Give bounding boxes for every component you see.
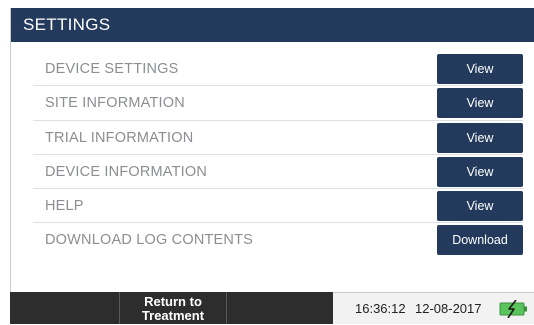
settings-list: DEVICE SETTINGS View SITE INFORMATION Vi… xyxy=(33,52,523,258)
settings-screen: SETTINGS DEVICE SETTINGS View SITE INFOR… xyxy=(10,8,534,324)
footer-bar: Return to Treatment 16:36:12 12-08-2017 xyxy=(10,292,534,324)
clock-date: 12-08-2017 xyxy=(415,301,482,316)
settings-row-label: TRIAL INFORMATION xyxy=(45,129,194,146)
return-to-treatment-button[interactable]: Return to Treatment xyxy=(120,292,227,324)
settings-row-site-information: SITE INFORMATION View xyxy=(33,86,523,121)
status-area: 16:36:12 12-08-2017 xyxy=(333,292,534,324)
settings-row-label: DEVICE INFORMATION xyxy=(45,163,208,180)
view-trial-information-button[interactable]: View xyxy=(437,122,523,153)
footer-blank-segment xyxy=(10,292,120,324)
settings-row-device-settings: DEVICE SETTINGS View xyxy=(33,52,523,87)
view-site-information-button[interactable]: View xyxy=(437,88,523,119)
settings-row-label: DEVICE SETTINGS xyxy=(45,61,179,77)
battery-charging-icon xyxy=(499,299,529,319)
download-log-button[interactable]: Download xyxy=(437,225,523,256)
page-title: SETTINGS xyxy=(11,8,534,42)
view-help-button[interactable]: View xyxy=(437,191,523,222)
return-label-line2: Treatment xyxy=(141,308,205,323)
settings-row-label: DOWNLOAD LOG CONTENTS xyxy=(45,232,254,249)
return-label-line1: Return to xyxy=(144,294,202,309)
clock-time: 16:36:12 xyxy=(355,301,406,316)
settings-row-download-log: DOWNLOAD LOG CONTENTS Download xyxy=(33,223,523,257)
settings-row-trial-information: TRIAL INFORMATION View xyxy=(33,121,523,155)
view-device-information-button[interactable]: View xyxy=(437,156,523,187)
settings-row-label: SITE INFORMATION xyxy=(45,95,185,112)
view-device-settings-button[interactable]: View xyxy=(437,54,523,84)
settings-row-label: HELP xyxy=(45,198,84,215)
settings-row-device-information: DEVICE INFORMATION View xyxy=(33,155,523,190)
footer-blank-segment xyxy=(227,292,333,324)
settings-row-help: HELP View xyxy=(33,189,523,224)
